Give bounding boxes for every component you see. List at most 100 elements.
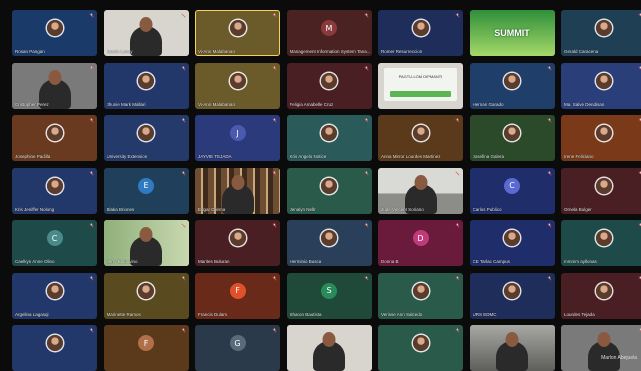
avatar (321, 125, 337, 142)
participant-tile[interactable]: Jazzie Lacay (103, 10, 189, 56)
mic-muted-icon (272, 328, 277, 333)
person-figure (130, 17, 162, 56)
avatar (504, 230, 520, 247)
participant-name: URS EDMC (472, 311, 497, 317)
participant-tile[interactable]: Kris Angelo Notice (286, 115, 372, 161)
person-head (505, 332, 519, 347)
avatar-initial: F (229, 282, 246, 299)
person-figure (221, 174, 254, 214)
participant-name: Donna B (381, 259, 399, 264)
participant-tile[interactable]: URS EDMC (469, 272, 555, 319)
participant-tile[interactable]: Cristopher Perez (12, 62, 97, 109)
participant-tile[interactable] (378, 325, 463, 371)
participant-tile[interactable]: C Carlos Publico (469, 167, 555, 214)
participant-tile[interactable]: Ma. Salve Dendisan (561, 62, 641, 109)
participant-tile[interactable]: Jhunie Mark Mallari (103, 62, 189, 109)
mic-muted-icon (547, 66, 552, 71)
avatar (595, 177, 612, 194)
mic-muted-icon (547, 118, 552, 123)
participant-tile[interactable]: Edgar Dilema (195, 167, 280, 214)
participant-tile[interactable]: E Blaka Briones (103, 167, 189, 214)
participant-name: JAYVIE TEJADA (198, 154, 232, 159)
participant-tile[interactable]: Romer Resurreccion (378, 10, 463, 56)
banner-text: SUMMIT (494, 28, 530, 38)
participant-name: Blaka Briones (106, 206, 135, 212)
participant-tile[interactable]: Rosan Pangan (12, 10, 97, 56)
person-head (414, 174, 427, 190)
participant-name: Caelkyn Anne Olino (15, 259, 55, 264)
person-head (48, 69, 61, 85)
avatar (595, 72, 612, 89)
participant-tile[interactable]: PAGTU-LOM DIPMANTI (378, 62, 463, 109)
participant-tile[interactable]: C Caelkyn Anne Olino (12, 220, 97, 266)
participant-tile[interactable]: Josephine Padilla (12, 115, 97, 161)
participant-tile[interactable]: Anna Mirror Lourdes Martinez (378, 115, 463, 161)
participant-tile[interactable]: Argelina Lagasqi (12, 272, 97, 319)
participant-tile[interactable]: F Francis Dulam (195, 272, 280, 319)
person-figure (496, 332, 528, 371)
participant-tile[interactable] (12, 325, 97, 371)
person-figure (313, 332, 345, 371)
participant-name: Gerald Caracena (564, 49, 599, 54)
video-feed (286, 325, 372, 371)
participant-tile[interactable]: D Donna B (378, 220, 463, 266)
participant-name: CE Tarlac Campus (472, 259, 510, 264)
mic-muted-icon (181, 118, 186, 123)
participant-tile[interactable] (286, 325, 372, 371)
participant-tile[interactable]: Feligia Amabelle Cruz (286, 62, 372, 109)
participant-name: Marinette Ramos (106, 311, 141, 317)
participant-tile[interactable]: Josefina Galera (469, 115, 555, 161)
participant-tile[interactable]: Herminio Busca (286, 220, 372, 266)
participant-tile[interactable]: SUMMIT (469, 10, 555, 56)
participant-name: Anna Mirror Lourdes Martinez (381, 154, 441, 159)
participant-name: Vi-Ann Malabanan (198, 101, 235, 107)
mic-muted-icon (181, 276, 186, 281)
participant-tile[interactable]: M Management Information System Tana... (286, 10, 372, 56)
mic-muted-icon (272, 118, 277, 123)
participant-tile[interactable]: Hernan Garado (469, 62, 555, 109)
participant-tile[interactable]: Kris Jeniffer Nolong (12, 167, 97, 214)
participant-tile[interactable]: Lourdes Tejada (561, 272, 641, 319)
participant-tile[interactable]: Vi-Ann Malabanan (195, 62, 280, 109)
avatar (412, 125, 429, 142)
participant-tile[interactable]: Jude Vincent Soriano (378, 167, 463, 214)
avatar (504, 125, 520, 142)
avatar (321, 177, 337, 194)
mic-muted-icon (455, 223, 460, 228)
participant-tile[interactable]: CE Tarlac Campus (469, 220, 555, 266)
participant-tile[interactable]: Verisse Ann Salcedo (378, 272, 463, 319)
avatar (595, 20, 612, 37)
person-head (139, 17, 153, 32)
participant-tile[interactable]: F (103, 325, 189, 371)
participant-name: Jazzie Lacay (106, 49, 133, 54)
mic-muted-icon (547, 171, 552, 176)
avatar (595, 230, 612, 247)
person-head (231, 174, 244, 190)
mic-muted-icon (181, 13, 186, 18)
participant-tile[interactable]: J JAYVIE TEJADA (195, 115, 280, 161)
participant-tile[interactable]: Gerald Caracena (561, 10, 641, 56)
participant-tile[interactable]: Jerry Baldovino (103, 220, 189, 266)
participant-tile[interactable] (469, 325, 555, 371)
participant-name: University Extension (106, 154, 148, 159)
participant-tile[interactable]: Marinette Ramos (103, 272, 189, 319)
participant-tile[interactable]: mmmm ayllonas (561, 220, 641, 266)
avatar (321, 72, 337, 89)
mic-muted-icon (455, 171, 460, 176)
participant-tile[interactable]: Marites Buluran (195, 220, 280, 266)
avatar (229, 20, 246, 37)
video-feed (469, 325, 555, 371)
mic-muted-icon (455, 118, 460, 123)
participant-tile[interactable] (561, 325, 641, 371)
mic-muted-icon (455, 13, 460, 18)
participant-tile[interactable]: Vi-Ann Malabanan (195, 10, 280, 56)
participant-tile[interactable]: S Sharon Bautista (286, 272, 372, 319)
mic-muted-icon (455, 276, 460, 281)
mic-muted-icon (89, 13, 94, 18)
participant-tile[interactable]: G (195, 325, 280, 371)
participant-tile[interactable]: Jenalyn Nellr (286, 167, 372, 214)
participant-tile[interactable]: Ornela Bulger (561, 167, 641, 214)
participant-tile[interactable]: University Extension (103, 115, 189, 161)
slide-title: PAGTU-LOM DIPMANTI (398, 73, 443, 79)
participant-tile[interactable]: Irene Feliciano (561, 115, 641, 161)
